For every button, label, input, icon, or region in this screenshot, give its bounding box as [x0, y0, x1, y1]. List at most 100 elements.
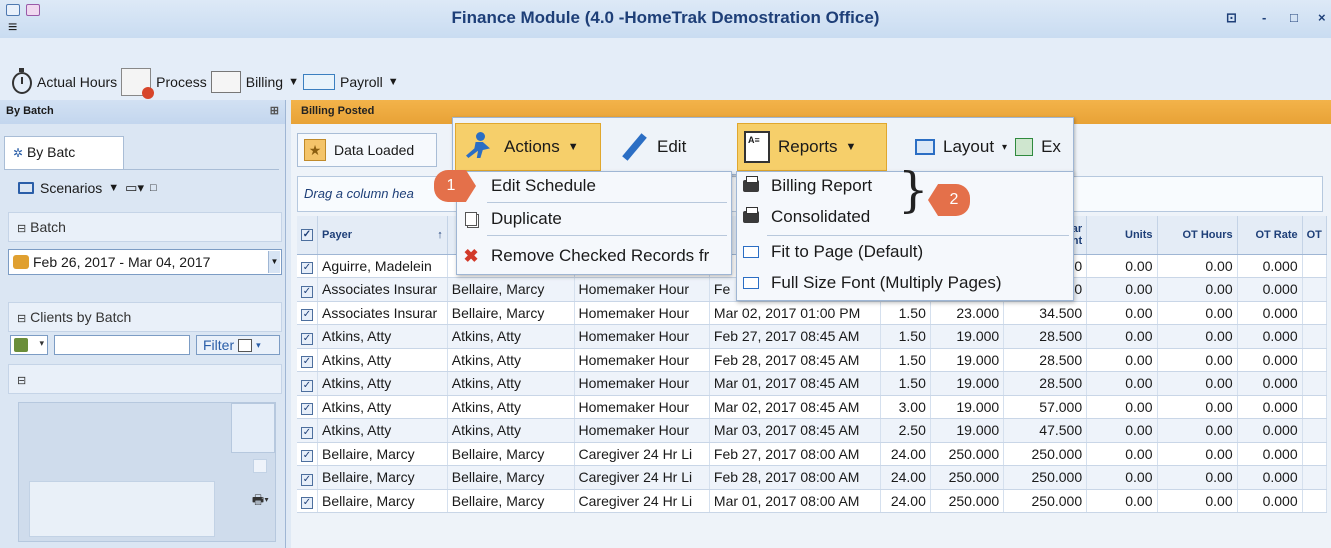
collapsed-group[interactable]: ⊟	[8, 364, 282, 394]
maximize-button[interactable]: □	[1290, 10, 1298, 25]
collapse-icon[interactable]: ⊟	[17, 375, 26, 387]
row-checkbox-cell[interactable]: ✓	[297, 324, 318, 349]
table-row[interactable]: ✓ Atkins, Atty Atkins, Atty Homemaker Hour F…	[297, 348, 1328, 372]
date-range-select[interactable]: Feb 26, 2017 - Mar 04, 2017 ▼	[8, 249, 282, 275]
menu-item-edit-schedule[interactable]: Edit Schedule	[457, 172, 731, 200]
row-checkbox-cell[interactable]: ✓	[297, 277, 318, 302]
cell-payer: Bellaire, Marcy	[317, 489, 448, 513]
row-checkbox-cell[interactable]: ✓	[297, 489, 318, 513]
client-type-select[interactable]	[10, 335, 48, 355]
close-button[interactable]: ×	[1318, 10, 1326, 25]
row-checkbox[interactable]: ✓	[301, 332, 313, 345]
column-header-ot-rate[interactable]: OT Rate	[1237, 216, 1303, 255]
actual-hours-label: Actual Hours	[37, 74, 118, 90]
minimize-button[interactable]: -	[1262, 10, 1266, 25]
cell-service: Homemaker Hour	[574, 301, 710, 325]
filter-checkbox[interactable]	[238, 338, 253, 352]
collapse-icon[interactable]: ⊟	[17, 313, 26, 325]
column-header-units[interactable]: Units	[1086, 216, 1158, 255]
select-all-checkbox[interactable]: ✓	[301, 229, 313, 242]
layout-button[interactable]: Layout ▾ Ex	[909, 123, 1067, 171]
table-row[interactable]: ✓ Bellaire, Marcy Bellaire, Marcy Caregiver…	[297, 489, 1328, 513]
row-checkbox[interactable]: ✓	[301, 309, 313, 322]
menu-item-label: Fit to Page (Default)	[771, 242, 924, 261]
folder-icon[interactable]: ▭▾	[125, 180, 144, 196]
print-icon[interactable]: 🖶▾	[252, 491, 269, 513]
row-checkbox[interactable]: ✓	[301, 426, 313, 439]
actions-button[interactable]: Actions ▼	[455, 123, 601, 171]
row-checkbox[interactable]: ✓	[301, 403, 313, 416]
edit-button[interactable]: Edit	[613, 123, 692, 171]
menu-item-label: Billing Report	[771, 176, 873, 195]
clients-by-batch-group[interactable]: ⊟ Clients by Batch	[8, 302, 282, 332]
tab-by-batch[interactable]: ✲ By Batc	[4, 136, 124, 170]
row-checkbox-cell[interactable]: ✓	[297, 395, 318, 419]
reports-button[interactable]: A≡ Reports ▼	[737, 123, 887, 171]
row-checkbox-cell[interactable]: ✓	[297, 254, 318, 278]
column-header-ot-hours[interactable]: OT Hours	[1157, 216, 1238, 255]
menu-item-fit-to-page[interactable]: Fit to Page (Default)	[737, 238, 1073, 266]
row-checkbox-cell[interactable]: ✓	[297, 442, 318, 466]
column-header-payer[interactable]: Payer ↑	[317, 216, 448, 255]
table-row[interactable]: ✓ Associates Insurar Bellaire, Marcy Homema…	[297, 301, 1328, 325]
ribbon-menu: Actions ▼ Edit A≡ Reports ▼ Layout ▾ Ex	[452, 117, 1074, 175]
cell-ot-hours: 0.00	[1157, 348, 1238, 372]
row-checkbox-cell[interactable]: ✓	[297, 301, 318, 325]
restore-icon[interactable]: ⊡	[1226, 10, 1237, 26]
process-icon	[121, 68, 155, 99]
filter-button[interactable]: Filter ▾	[196, 335, 280, 355]
actions-label: Actions	[504, 137, 560, 156]
batch-group[interactable]: ⊟ Batch	[8, 212, 282, 242]
collapse-icon[interactable]: □	[150, 182, 157, 194]
billing-button[interactable]: Billing ▼	[210, 71, 299, 93]
row-checkbox-cell[interactable]: ✓	[297, 348, 318, 372]
billing-label: Billing	[245, 74, 284, 90]
pencil-icon	[619, 132, 649, 162]
row-checkbox[interactable]: ✓	[301, 285, 313, 298]
cell-ot-rate: 0.000	[1237, 301, 1303, 325]
batch-group-label: Batch	[30, 219, 66, 235]
cell-date: Mar 02, 2017 01:00 PM	[709, 301, 882, 325]
table-row[interactable]: ✓ Bellaire, Marcy Bellaire, Marcy Caregiver…	[297, 465, 1328, 490]
cell-hours: 24.00	[880, 489, 931, 513]
cell-payer: Atkins, Atty	[317, 395, 448, 419]
row-checkbox-cell[interactable]: ✓	[297, 371, 318, 396]
cell-ot-rate: 0.000	[1237, 465, 1303, 490]
menu-item-full-size-font[interactable]: Full Size Font (Multiply Pages)	[737, 269, 1073, 297]
cell-service: Homemaker Hour	[574, 277, 710, 302]
scenarios-dropdown[interactable]: Scenarios ▼ ▭▾ □	[18, 180, 157, 196]
row-checkbox[interactable]: ✓	[301, 356, 313, 369]
chevron-down-icon[interactable]: ▼	[268, 251, 280, 273]
chevron-down-icon: ▼	[108, 182, 120, 194]
collapse-icon[interactable]: ⊟	[17, 223, 26, 235]
row-checkbox[interactable]: ✓	[301, 497, 313, 510]
data-loaded-label: Data Loaded	[334, 142, 415, 158]
cell-ot-partial	[1302, 442, 1328, 466]
title-bar: ≡ Finance Module (4.0 -HomeTrak Demostra…	[0, 0, 1331, 38]
row-checkbox-cell[interactable]: ✓	[297, 418, 318, 443]
client-search-input[interactable]	[54, 335, 190, 355]
cell-ot-partial	[1302, 277, 1328, 302]
pin-icon[interactable]: ⊞	[270, 104, 279, 117]
table-row[interactable]: ✓ Atkins, Atty Atkins, Atty Homemaker Hour M…	[297, 395, 1328, 419]
data-loaded-tab[interactable]: ★ Data Loaded	[297, 133, 437, 167]
printer-icon	[743, 176, 759, 192]
row-checkbox-cell[interactable]: ✓	[297, 465, 318, 490]
table-row[interactable]: ✓ Atkins, Atty Atkins, Atty Homemaker Hour M…	[297, 418, 1328, 443]
cell-date: Feb 28, 2017 08:00 AM	[709, 465, 882, 490]
row-checkbox[interactable]: ✓	[301, 262, 313, 275]
menu-item-duplicate[interactable]: Duplicate	[457, 205, 731, 233]
menu-item-remove-checked-records[interactable]: ✖ Remove Checked Records fr	[457, 242, 731, 270]
row-checkbox[interactable]: ✓	[301, 450, 313, 463]
table-row[interactable]: ✓ Atkins, Atty Atkins, Atty Homemaker Hour F…	[297, 324, 1328, 349]
cell-rate: 23.000	[930, 301, 1005, 325]
select-all-header[interactable]: ✓	[297, 216, 318, 255]
process-button[interactable]: Process	[121, 68, 207, 99]
table-row[interactable]: ✓ Atkins, Atty Atkins, Atty Homemaker Hour M…	[297, 371, 1328, 396]
actual-hours-button[interactable]: Actual Hours	[12, 68, 118, 94]
payroll-button[interactable]: Payroll ▼	[302, 74, 399, 90]
row-checkbox[interactable]: ✓	[301, 473, 313, 486]
column-header-ot-partial[interactable]: OT	[1302, 216, 1328, 255]
table-row[interactable]: ✓ Bellaire, Marcy Bellaire, Marcy Caregiver…	[297, 442, 1328, 466]
row-checkbox[interactable]: ✓	[301, 379, 313, 392]
